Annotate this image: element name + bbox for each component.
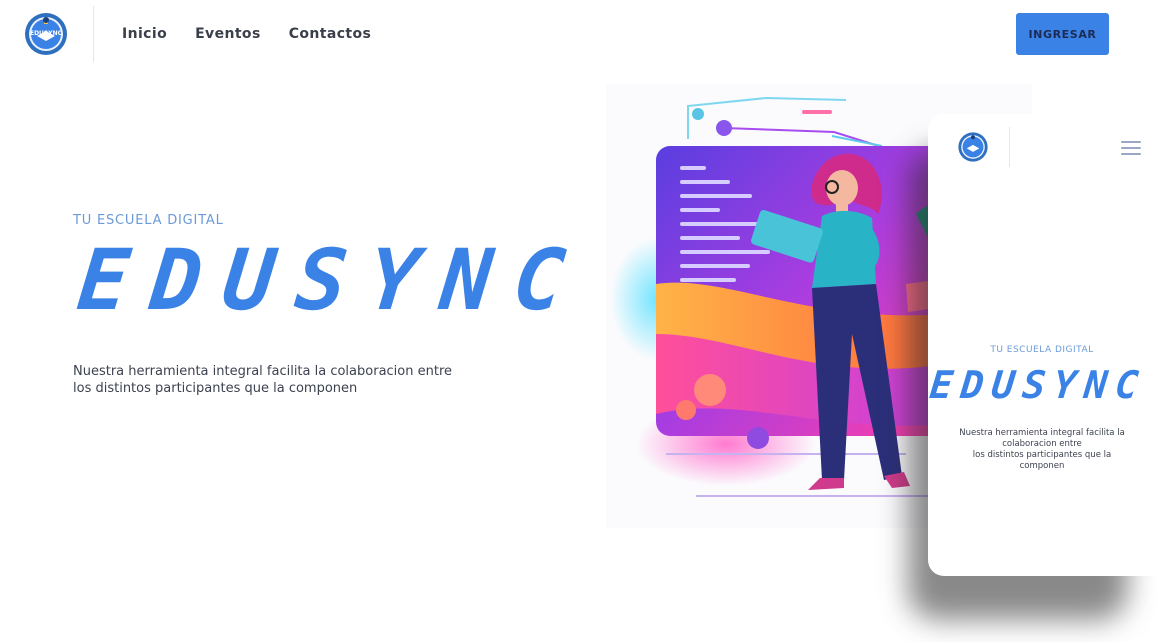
hamburger-menu-icon[interactable] <box>1121 141 1141 157</box>
login-button[interactable]: INGRESAR <box>1016 13 1109 55</box>
landing-page: EDUSYNC Inicio Eventos Contactos INGRESA… <box>0 0 1156 642</box>
header-divider <box>93 6 94 62</box>
mobile-preview: TU ESCUELA DIGITAL EDUSYNC Nuestra herra… <box>928 114 1156 576</box>
mobile-header-divider <box>1009 127 1010 167</box>
mobile-description-line: componen <box>1019 461 1065 471</box>
hero-description-line: Nuestra herramienta integral facilita la… <box>73 364 453 379</box>
svg-text:EDUSYNC: EDUSYNC <box>30 30 63 37</box>
mobile-hero-brand-title: EDUSYNC <box>928 363 1149 407</box>
edusync-logo-icon[interactable]: EDUSYNC <box>23 11 69 57</box>
mobile-description-line: los distintos participantes que la <box>972 450 1112 460</box>
hero-description: Nuestra herramienta integral facilita la… <box>73 363 453 397</box>
nav-link-eventos[interactable]: Eventos <box>195 26 261 42</box>
hero-eyebrow: TU ESCUELA DIGITAL <box>73 213 224 228</box>
main-nav: Inicio Eventos Contactos <box>122 26 371 42</box>
hero-brand-title: EDUSYNC <box>73 231 592 329</box>
nav-link-contactos[interactable]: Contactos <box>289 26 372 42</box>
mobile-hero-description: Nuestra herramienta integral facilita la… <box>948 428 1136 472</box>
nav-link-inicio[interactable]: Inicio <box>122 26 167 42</box>
mobile-description-line: Nuestra herramienta integral facilita la <box>959 428 1125 438</box>
mobile-hero-eyebrow: TU ESCUELA DIGITAL <box>990 345 1094 355</box>
edusync-logo-icon[interactable] <box>957 131 989 163</box>
mobile-description-line: colaboracion entre <box>1002 439 1082 449</box>
hero-description-line: los distintos participantes que la compo… <box>73 381 358 396</box>
